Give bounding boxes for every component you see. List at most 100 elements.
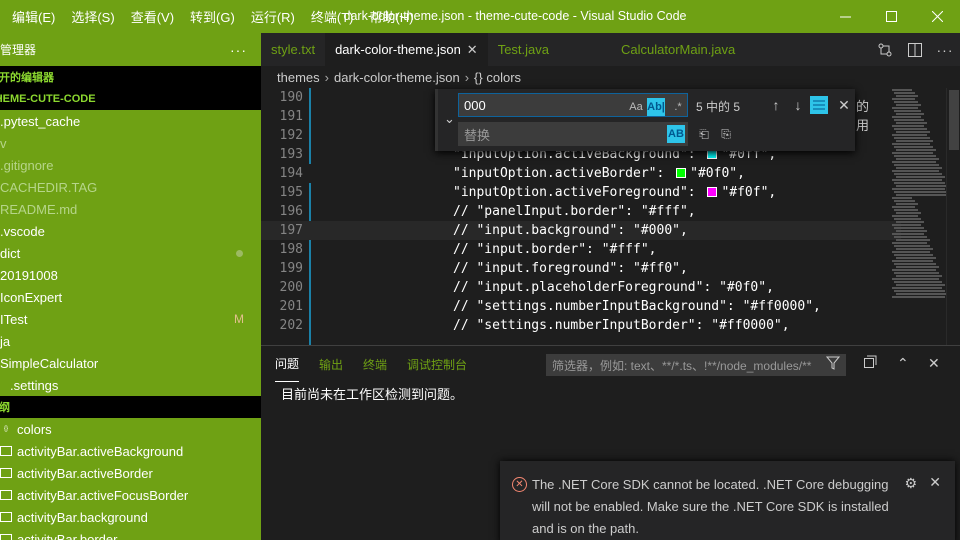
- outline-item[interactable]: activityBar.activeFocusBorder: [0, 484, 261, 506]
- tab-problems[interactable]: 问题: [275, 346, 300, 382]
- line-number: 199: [279, 261, 303, 276]
- close-notification-icon[interactable]: ✕: [929, 474, 941, 491]
- minimap-line: [892, 269, 936, 271]
- tree-item-label: SimpleCalculator: [0, 355, 99, 371]
- minimap-line: [896, 149, 936, 151]
- tab-test-java[interactable]: Test.java: [488, 33, 559, 66]
- color-swatch[interactable]: [676, 168, 687, 178]
- tree-item[interactable]: CACHEDIR.TAG: [0, 176, 261, 198]
- outline-header[interactable]: 大纲: [0, 396, 261, 418]
- breadcrumb-item[interactable]: themes: [277, 70, 320, 85]
- breadcrumb-item[interactable]: {} colors: [474, 70, 521, 85]
- tab-label: Test.java: [497, 42, 550, 57]
- preserve-case-toggle[interactable]: AB: [667, 125, 685, 143]
- tree-item[interactable]: ja: [0, 330, 261, 352]
- code-token: // "input.placeholderForeground": "#0f0"…: [453, 280, 774, 295]
- replace-one-icon[interactable]: ⎗: [694, 124, 714, 144]
- tab-output[interactable]: 输出: [319, 346, 343, 382]
- problems-filter-input[interactable]: 筛选器，例如: text、**/*.ts、!**/node_modules/**: [546, 354, 846, 376]
- tree-item[interactable]: 20191008: [0, 264, 261, 286]
- minimap-line: [892, 278, 939, 280]
- menu-view[interactable]: 查看(V): [123, 0, 182, 33]
- tab-style-txt[interactable]: style.txt: [261, 33, 325, 66]
- tab-terminal[interactable]: 终端: [363, 346, 387, 382]
- code-line: 195 "inputOption.activeForeground": "#f0f…: [261, 183, 901, 202]
- more-actions-icon[interactable]: ···: [930, 42, 960, 58]
- menu-go[interactable]: 转到(G): [182, 0, 243, 33]
- tree-item[interactable]: dict: [0, 242, 261, 264]
- chevron-right-icon: ›: [324, 69, 329, 85]
- tree-item[interactable]: v: [0, 132, 261, 154]
- tree-item[interactable]: SimpleCalculator: [0, 352, 261, 374]
- next-match-icon[interactable]: ↓: [788, 95, 808, 115]
- tree-item[interactable]: IconExpert: [0, 286, 261, 308]
- tab-dark-color-theme[interactable]: dark-color-theme.json ✕: [325, 33, 488, 66]
- collapse-all-icon[interactable]: [864, 355, 877, 371]
- replace-all-icon[interactable]: ⎘: [716, 124, 736, 144]
- tree-item-label: v: [0, 135, 7, 151]
- editor-scrollbar[interactable]: [946, 88, 960, 345]
- minimap-line: [896, 113, 924, 115]
- tree-item[interactable]: ITest M: [0, 308, 261, 330]
- close-window-button[interactable]: [914, 0, 960, 33]
- maximize-button[interactable]: [868, 0, 914, 33]
- scrollbar-slider[interactable]: [949, 90, 959, 150]
- outline-item[interactable]: activityBar.activeBorder: [0, 462, 261, 484]
- breadcrumb-item[interactable]: dark-color-theme.json: [334, 70, 460, 85]
- whole-word-toggle[interactable]: Ab|: [647, 98, 665, 116]
- match-case-toggle[interactable]: Aa: [627, 98, 645, 116]
- open-editors-header[interactable]: 打开的编辑器: [0, 66, 261, 88]
- previous-match-icon[interactable]: ↑: [766, 95, 786, 115]
- line-number: 191: [279, 109, 303, 124]
- close-tab-icon[interactable]: ✕: [467, 42, 478, 58]
- minimap-line: [894, 236, 927, 238]
- tree-item-label: 20191008: [0, 267, 58, 283]
- regex-toggle[interactable]: .*: [669, 98, 687, 116]
- tab-debug-console[interactable]: 调试控制台: [407, 346, 467, 382]
- tab-calculator-main[interactable]: CalculatorMain.java: [559, 33, 745, 66]
- minimap-line: [894, 254, 933, 256]
- tab-label: CalculatorMain.java: [621, 42, 736, 57]
- minimap-line: [894, 101, 918, 103]
- outline-item[interactable]: {} colors: [0, 418, 261, 440]
- minimap[interactable]: [888, 88, 946, 345]
- menu-help[interactable]: 帮助(H): [361, 0, 421, 33]
- minimap-line: [896, 95, 918, 97]
- find-in-selection-icon[interactable]: [810, 96, 828, 114]
- minimize-button[interactable]: [822, 0, 868, 33]
- menu-edit[interactable]: 编辑(E): [0, 0, 63, 33]
- code-token: // "input.background": "#000",: [453, 223, 688, 238]
- maximize-panel-icon[interactable]: ⌃: [897, 355, 909, 372]
- find-input[interactable]: 000 Aa Ab| .*: [458, 93, 688, 117]
- minimap-line: [892, 233, 924, 235]
- tree-item[interactable]: .gitignore: [0, 154, 261, 176]
- outline-item[interactable]: activityBar.background: [0, 506, 261, 528]
- outline-item[interactable]: activityBar.border: [0, 528, 261, 540]
- project-header[interactable]: THEME-CUTE-CODE: [0, 88, 261, 110]
- color-swatch[interactable]: [707, 187, 718, 197]
- minimap-line: [892, 188, 945, 190]
- close-find-icon[interactable]: ✕: [834, 95, 854, 115]
- tree-item[interactable]: README.md: [0, 198, 261, 220]
- menu-selection[interactable]: 选择(S): [63, 0, 122, 33]
- toggle-replace-icon[interactable]: ⌄: [444, 111, 455, 127]
- minimap-line: [896, 221, 924, 223]
- find-query: 000: [464, 97, 486, 113]
- gear-icon[interactable]: ⚙: [904, 475, 917, 492]
- replace-input[interactable]: 替换 AB: [458, 122, 688, 146]
- tree-item[interactable]: .settings: [0, 374, 261, 396]
- minimap-line: [894, 137, 930, 139]
- minimap-line: [894, 290, 945, 292]
- open-changes-icon[interactable]: [870, 43, 900, 57]
- more-actions-icon[interactable]: ···: [230, 42, 247, 58]
- menu-terminal[interactable]: 终端(T): [303, 0, 362, 33]
- tree-item[interactable]: .vscode: [0, 220, 261, 242]
- split-editor-icon[interactable]: [900, 42, 930, 57]
- filter-icon[interactable]: [825, 356, 841, 373]
- tree-item[interactable]: .pytest_cache: [0, 110, 261, 132]
- outline-item[interactable]: activityBar.activeBackground: [0, 440, 261, 462]
- minimap-line: [894, 119, 924, 121]
- close-panel-icon[interactable]: ✕: [928, 355, 940, 372]
- minimap-line: [892, 89, 912, 91]
- menu-run[interactable]: 运行(R): [243, 0, 303, 33]
